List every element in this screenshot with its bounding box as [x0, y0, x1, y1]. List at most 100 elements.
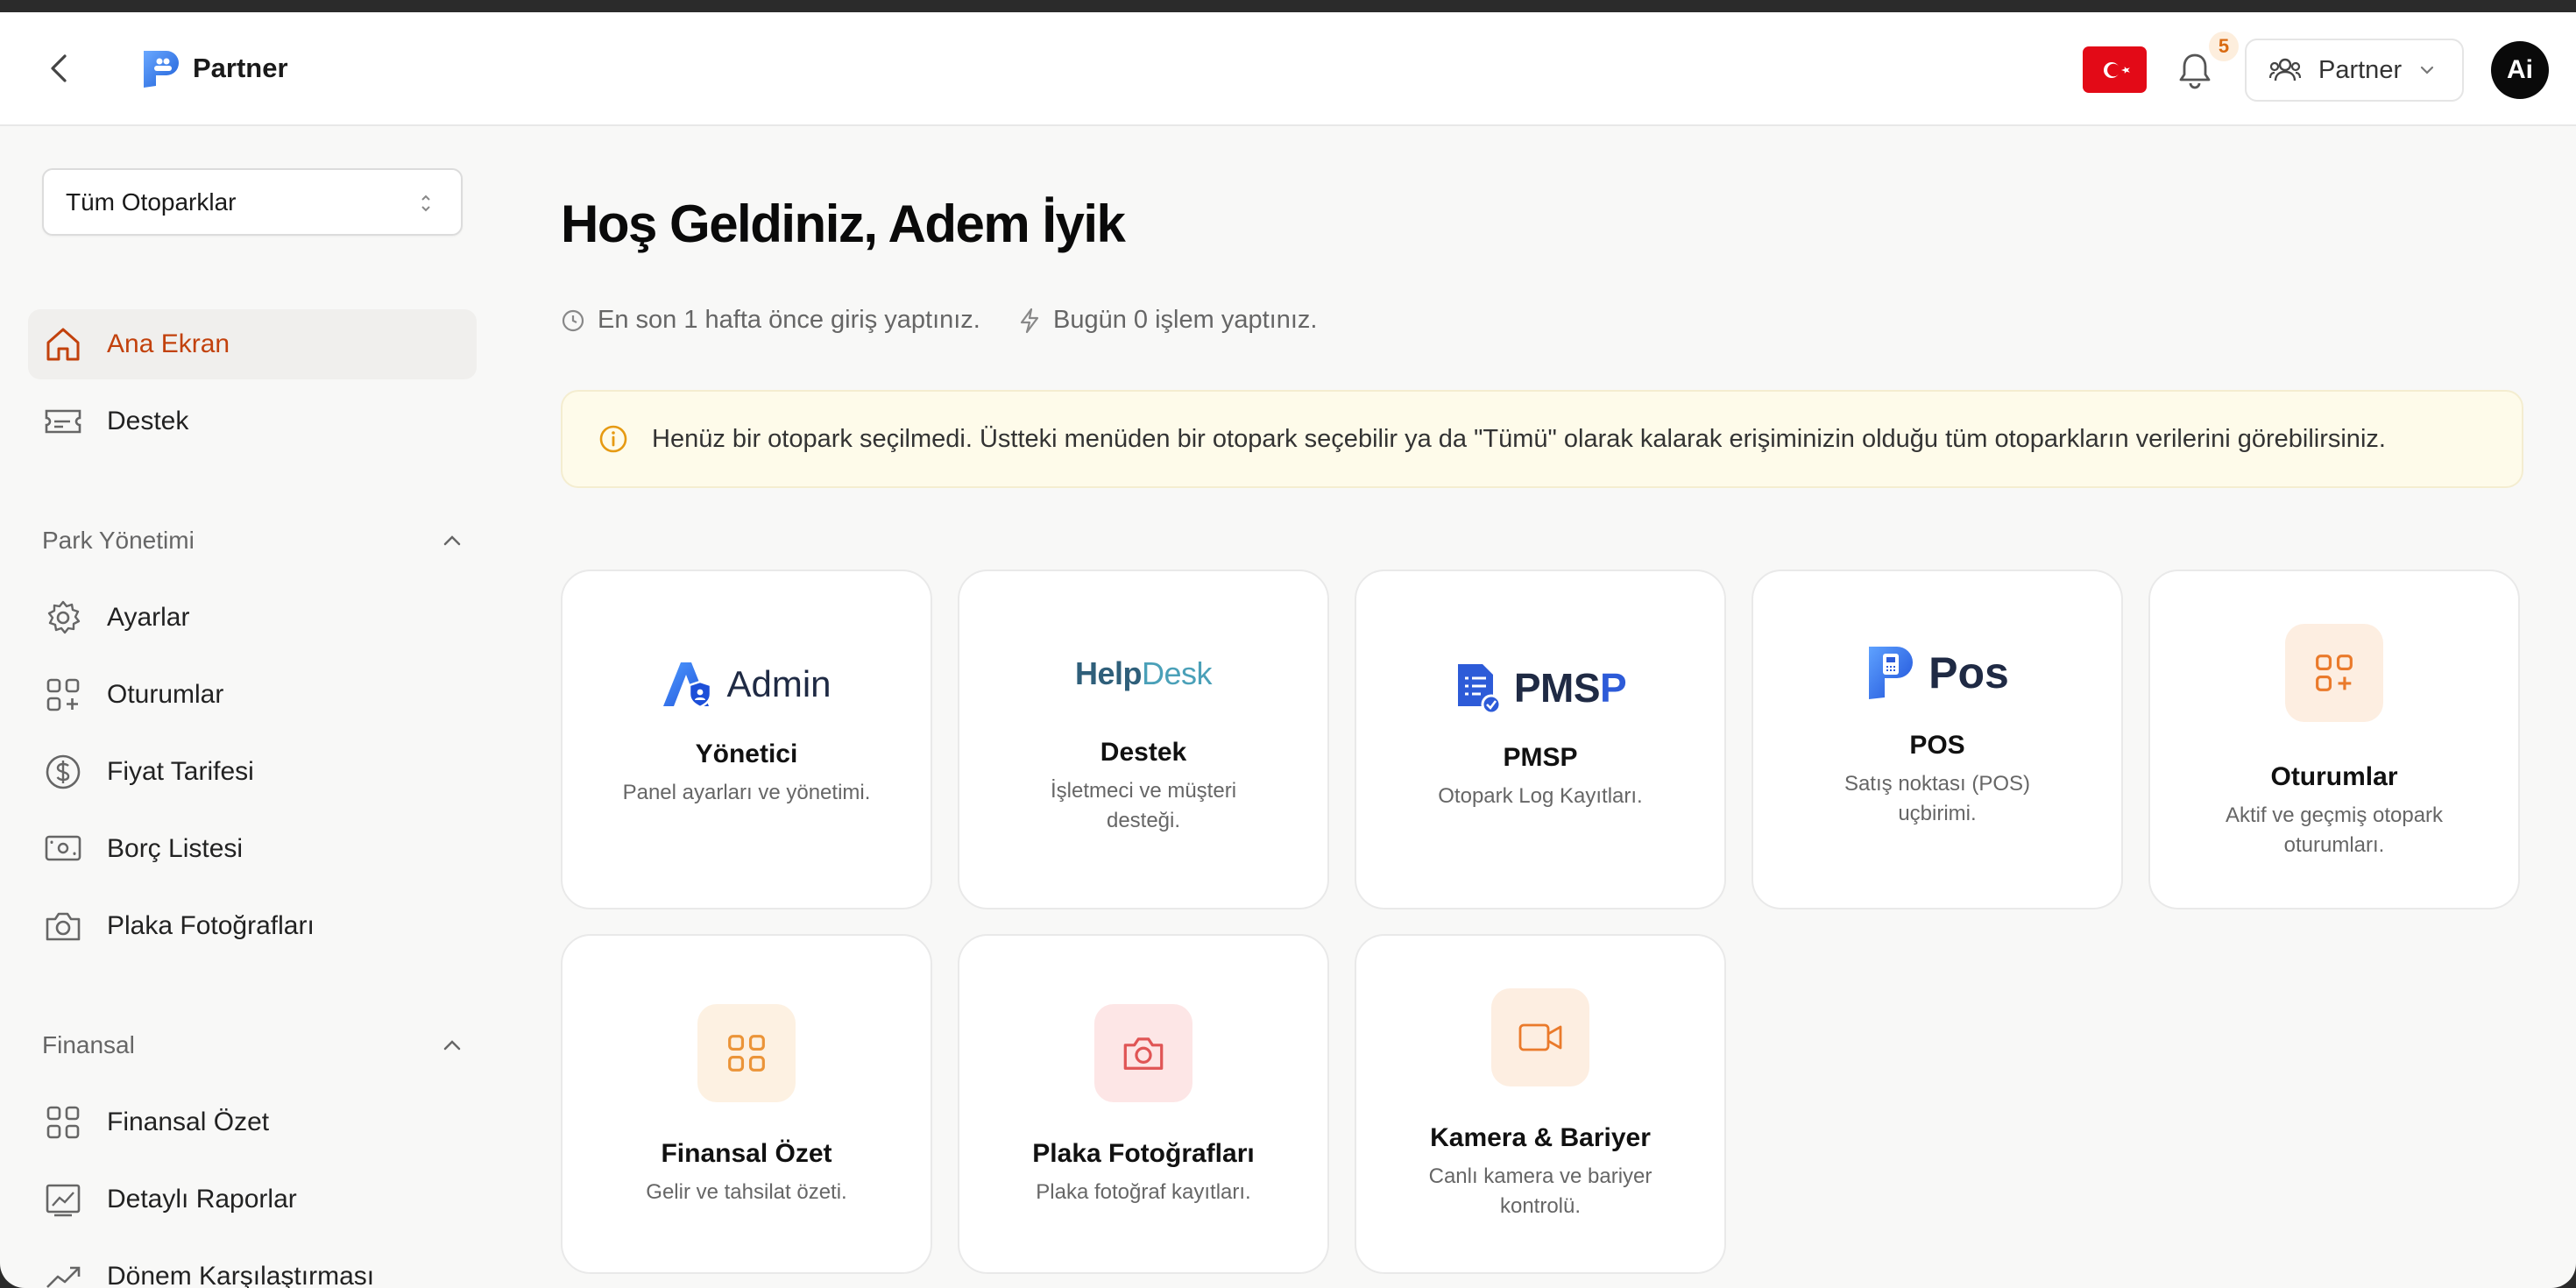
- sidebar-item-destek[interactable]: Destek: [28, 386, 477, 456]
- turkey-flag-icon: [2103, 61, 2130, 78]
- pmsp-logo-part-b: P: [1600, 665, 1627, 711]
- card-destek[interactable]: HelpDesk Destek İşletmeci ve müşteri des…: [958, 570, 1329, 909]
- sidebar-item-label: Ayarlar: [107, 603, 190, 632]
- role-switcher-button[interactable]: Partner: [2245, 39, 2464, 102]
- card-pmsp[interactable]: PMSP PMSP Otopark Log Kayıtları.: [1355, 570, 1726, 909]
- card-desc: Otopark Log Kayıtları.: [1438, 784, 1643, 808]
- dollar-circle-icon: [46, 754, 81, 789]
- sidebar-item-ana-ekran[interactable]: Ana Ekran: [28, 309, 477, 379]
- card-desc: Satış noktası (POS) uçbirimi.: [1844, 772, 2031, 825]
- sidebar-item-plaka-fotograflari[interactable]: Plaka Fotoğrafları: [28, 891, 477, 961]
- info-icon: [599, 425, 627, 453]
- oturumlar-icon-tile: [2285, 624, 2383, 722]
- sidebar-item-label: Fiyat Tarifesi: [107, 757, 254, 786]
- card-title: Yönetici: [695, 740, 798, 768]
- card-title: PMSP: [1503, 743, 1578, 772]
- bell-icon: [2179, 53, 2211, 89]
- chevron-down-icon: [2421, 66, 2434, 74]
- parking-lot-select[interactable]: Tüm Otoparklar: [42, 168, 463, 236]
- grid-plus-icon: [46, 678, 80, 711]
- trend-up-icon: [46, 1266, 81, 1288]
- notifications-button[interactable]: [2174, 50, 2216, 92]
- pos-logo-icon: [1869, 647, 1914, 699]
- sidebar-item-finansal-ozet[interactable]: Finansal Özet: [28, 1087, 477, 1157]
- sidebar-item-oturumlar[interactable]: Oturumlar: [28, 660, 477, 730]
- card-title: POS: [1909, 731, 1965, 760]
- card-desc: Plaka fotoğraf kayıtları.: [1036, 1180, 1251, 1204]
- sidebar-item-label: Finansal Özet: [107, 1108, 270, 1136]
- card-title: Oturumlar: [2270, 762, 2398, 791]
- notification-count-badge: 5: [2209, 32, 2239, 61]
- parking-lot-select-value: Tüm Otoparklar: [66, 188, 237, 216]
- sidebar-item-ayarlar[interactable]: Ayarlar: [28, 583, 477, 653]
- pos-logo-text: Pos: [1928, 648, 2009, 697]
- card-title: Plaka Fotoğrafları: [1032, 1139, 1255, 1168]
- helpdesk-logo: HelpDesk: [1074, 655, 1213, 692]
- banknote-icon: [45, 835, 81, 861]
- today-ops-info: Bugün 0 işlem yaptınız.: [1018, 306, 1317, 335]
- card-desc: Aktif ve geçmiş otopark oturumları.: [2225, 803, 2444, 857]
- section-title: Finansal: [42, 1031, 135, 1058]
- grid-icon: [46, 1106, 80, 1139]
- home-icon: [46, 328, 80, 361]
- card-oturumlar[interactable]: Oturumlar Aktif ve geçmiş otopark oturum…: [2148, 570, 2520, 909]
- app-window: Partner 5 Partner Ai Tüm Otoparklar Ana …: [0, 12, 2576, 1288]
- card-pos[interactable]: Pos POS Satış noktası (POS) uçbirimi.: [1752, 570, 2123, 909]
- sidebar-item-label: Plaka Fotoğrafları: [107, 911, 315, 940]
- clock-icon: [562, 309, 584, 331]
- card-title: Destek: [1100, 738, 1187, 767]
- plaka-icon-tile: [1094, 1004, 1192, 1102]
- grid-icon: [728, 1035, 765, 1072]
- camera-icon: [1123, 1037, 1164, 1070]
- pmsp-logo-icon: [1457, 664, 1502, 715]
- card-desc: Canlı kamera ve bariyer kontrolü.: [1428, 1164, 1652, 1218]
- role-label: Partner: [2318, 55, 2403, 84]
- pmsp-logo: PMSP: [1454, 661, 1627, 715]
- helpdesk-logo-part-b: Desk: [1141, 655, 1213, 691]
- sidebar-item-label: Detaylı Raporlar: [107, 1185, 297, 1214]
- admin-logo-text: Admin: [726, 663, 832, 704]
- card-desc: İşletmeci ve müşteri desteği.: [1050, 779, 1237, 832]
- chevron-up-icon: [443, 535, 461, 546]
- sidebar-item-detayli-raporlar[interactable]: Detaylı Raporlar: [28, 1164, 477, 1235]
- section-park-yonetimi[interactable]: Park Yönetimi: [42, 523, 463, 558]
- chevron-up-down-icon: [421, 195, 430, 212]
- card-desc: Gelir ve tahsilat özeti.: [646, 1180, 847, 1204]
- section-finansal[interactable]: Finansal: [42, 1028, 463, 1063]
- user-avatar[interactable]: Ai: [2491, 41, 2549, 99]
- card-yonetici[interactable]: Admin Yönetici Panel ayarları ve yönetim…: [561, 570, 932, 909]
- brand-name: Partner: [193, 53, 288, 83]
- back-button[interactable]: [42, 51, 77, 86]
- card-plaka-fotograflari[interactable]: Plaka Fotoğrafları Plaka fotoğraf kayıtl…: [958, 934, 1329, 1274]
- card-title: Finansal Özet: [661, 1139, 832, 1168]
- finansal-ozet-icon-tile: [697, 1004, 796, 1102]
- sidebar-item-donem-karsilastirmasi[interactable]: Dönem Karşılaştırması: [28, 1242, 477, 1288]
- sidebar: Tüm Otoparklar Ana Ekran Destek Park Yön…: [0, 127, 499, 1288]
- partner-logo-icon: [144, 51, 179, 88]
- pmsp-logo-text: PMSP: [1514, 664, 1627, 711]
- gear-icon: [47, 600, 81, 634]
- sidebar-item-borc-listesi[interactable]: Borç Listesi: [28, 814, 477, 884]
- pos-logo: Pos: [1865, 645, 2009, 701]
- page-title: Hoş Geldiniz, Adem İyik: [561, 195, 1126, 253]
- card-finansal-ozet[interactable]: Finansal Özet Gelir ve tahsilat özeti.: [561, 934, 932, 1274]
- card-kamera-bariyer[interactable]: Kamera & Bariyer Canlı kamera ve bariyer…: [1355, 934, 1726, 1274]
- no-parking-selected-alert: Henüz bir otopark seçilmedi. Üstteki men…: [561, 390, 2523, 488]
- helpdesk-logo-part-a: Help: [1074, 655, 1143, 691]
- language-flag-button[interactable]: [2083, 46, 2147, 93]
- brand-logo[interactable]: Partner: [140, 47, 288, 89]
- admin-logo-icon: [663, 662, 712, 709]
- sidebar-item-fiyat-tarifesi[interactable]: Fiyat Tarifesi: [28, 737, 477, 807]
- section-title: Park Yönetimi: [42, 527, 195, 554]
- sidebar-item-label: Borç Listesi: [107, 834, 244, 863]
- chart-icon: [46, 1184, 81, 1217]
- alert-text: Henüz bir otopark seçilmedi. Üstteki men…: [652, 424, 2386, 453]
- kamera-icon-tile: [1491, 988, 1589, 1086]
- top-header: Partner 5 Partner Ai: [0, 12, 2576, 126]
- admin-logo: Admin: [662, 659, 832, 710]
- sidebar-item-label: Destek: [107, 407, 189, 435]
- users-icon: [2269, 58, 2301, 81]
- card-desc: Panel ayarları ve yönetimi.: [622, 781, 871, 804]
- last-login-text: En son 1 hafta önce giriş yaptınız.: [598, 306, 980, 334]
- today-ops-text: Bugün 0 işlem yaptınız.: [1053, 306, 1318, 334]
